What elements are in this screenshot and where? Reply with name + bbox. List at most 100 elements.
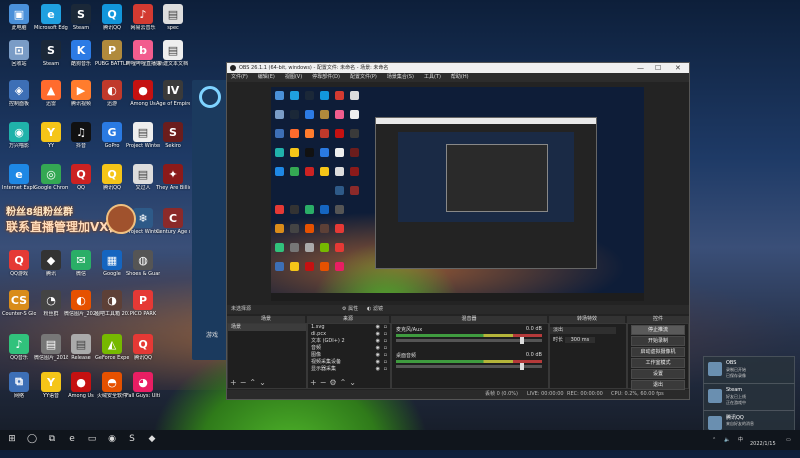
desktop-icon[interactable]: S Steam — [34, 40, 68, 67]
desktop-icon[interactable]: ▤ spec — [156, 4, 190, 31]
move-down-icon[interactable]: ⌄ — [259, 378, 269, 387]
steam-icon[interactable]: S — [126, 434, 138, 446]
start-icon[interactable]: ⊞ — [6, 434, 18, 446]
desktop-icon[interactable]: ▲ 迅雷 — [34, 80, 68, 107]
desktop-icon[interactable]: Q QQ游戏 — [2, 250, 36, 277]
close-button[interactable]: ✕ — [675, 63, 681, 73]
filters-button[interactable]: ◐ 滤镜 — [367, 305, 383, 314]
desktop-icon[interactable]: ◆ 腾讯 — [34, 250, 68, 277]
desktop-icon[interactable]: ▤ 新建文本文档 — [156, 40, 190, 67]
desktop-icon[interactable]: ▤ Project Winter — [126, 122, 160, 149]
visibility-icon[interactable]: ◉ — [376, 359, 380, 366]
source-item[interactable]: 音频 ◉ ▫ — [308, 345, 390, 352]
clock-date[interactable]: 2022/1/15 — [750, 430, 776, 458]
desktop-icon[interactable]: Y YY语音 — [34, 372, 68, 399]
desktop-icon[interactable]: Q 腾讯QQ — [126, 334, 160, 361]
desktop-icon[interactable]: CSCounter-S Global Off... — [2, 290, 36, 317]
desktop-icon[interactable]: ▤ Release — [64, 334, 98, 361]
notification-center-icon[interactable]: ▭ — [786, 430, 791, 450]
obs-icon[interactable]: ◉ — [106, 434, 118, 446]
desktop-icon[interactable]: ◕Fall Guys: Ultimate Knockout — [126, 372, 160, 399]
move-down-icon[interactable]: ⌄ — [349, 378, 359, 387]
remove-scene-button[interactable]: − — [240, 378, 250, 387]
desktop-icon[interactable]: PPUBG BATTLEG... — [95, 40, 129, 67]
menu-help[interactable]: 帮助(H) — [451, 73, 469, 82]
visibility-icon[interactable]: ◉ — [376, 331, 380, 338]
tray-overflow-icon[interactable]: ⌃ — [712, 430, 716, 450]
desktop-icon[interactable]: Q 腾讯QQ — [95, 4, 129, 31]
stop-streaming-button[interactable]: 停止推流 — [631, 325, 685, 335]
desktop-icon[interactable]: ▤微信图片_2018101... — [34, 334, 68, 361]
desktop-icon[interactable]: K 酷狗音乐 — [64, 40, 98, 67]
desktop-icon[interactable]: ◎Google Chrome — [34, 164, 68, 191]
lock-icon[interactable]: ▫ — [384, 324, 387, 331]
desktop-icon[interactable]: Y YY — [34, 122, 68, 149]
visibility-icon[interactable]: ◉ — [376, 352, 380, 359]
desktop-icon[interactable]: ◐ 迅游 — [95, 80, 129, 107]
desktop-icon[interactable]: ◭GeForce Experience — [95, 334, 129, 361]
desktop-icon[interactable]: IVAge of Empires IV — [156, 80, 190, 107]
desktop-icon[interactable]: e Microsoft Edge — [34, 4, 68, 31]
start-recording-button[interactable]: 开始录制 — [631, 336, 685, 346]
notification-card[interactable]: OBS 录制已开始 已保存录像 — [703, 356, 795, 384]
source-item[interactable]: di.pcx ◉ ▫ — [308, 331, 390, 338]
lock-icon[interactable]: ▫ — [384, 345, 387, 352]
desktop-icon[interactable]: ▶ 腾讯视频 — [64, 80, 98, 107]
source-settings-icon[interactable]: ⚙ — [329, 378, 339, 387]
exit-button[interactable]: 退出 — [631, 380, 685, 390]
menu-view[interactable]: 视图(V) — [285, 73, 302, 82]
source-item[interactable]: 文本 (GDI+) 2 ◉ ▫ — [308, 338, 390, 345]
notification-card[interactable]: Steam 好友已上线 正在游戏中 — [703, 383, 795, 411]
desktop-icon[interactable]: ● Among Us — [64, 372, 98, 399]
desktop-icon[interactable]: ▤ 又过人 — [126, 164, 160, 191]
visibility-icon[interactable]: ◉ — [376, 324, 380, 331]
visibility-icon[interactable]: ◉ — [376, 345, 380, 352]
studio-mode-button[interactable]: 工作室模式 — [631, 358, 685, 368]
desktop-icon[interactable]: ▦ Google — [95, 250, 129, 277]
properties-button[interactable]: ⚙ 属性 — [342, 305, 358, 314]
desktop-icon[interactable]: eInternet Explorer — [2, 164, 36, 191]
volume-icon[interactable]: 🔈 — [724, 430, 730, 450]
lock-icon[interactable]: ▫ — [384, 352, 387, 359]
visibility-icon[interactable]: ◉ — [376, 366, 380, 373]
desktop-icon[interactable]: ♪ QQ音乐 — [2, 334, 36, 361]
desktop-icon[interactable]: P PICO PARK — [126, 290, 160, 317]
add-scene-button[interactable]: + — [230, 378, 240, 387]
menu-docks[interactable]: 停靠部件(D) — [312, 73, 340, 82]
lock-icon[interactable]: ▫ — [384, 359, 387, 366]
desktop-icon[interactable]: ⧉ 网络 — [2, 372, 36, 399]
desktop-icon[interactable]: ● Among Us — [126, 80, 160, 107]
desktop-icon[interactable]: S Sekiro — [156, 122, 190, 149]
desktop-icon[interactable]: G GoPro — [95, 122, 129, 149]
obs-preview-canvas[interactable] — [271, 87, 644, 301]
task-view-icon[interactable]: ⧉ — [46, 434, 58, 446]
menu-file[interactable]: 文件(F) — [231, 73, 248, 82]
duration-input[interactable]: 300 ms — [564, 337, 596, 343]
lock-icon[interactable]: ▫ — [384, 366, 387, 373]
obs-window[interactable]: OBS 26.1.1 (64-bit, windows) - 配置文件: 未命名… — [226, 62, 690, 400]
settings-button[interactable]: 设置 — [631, 369, 685, 379]
desktop-icon[interactable]: Q 腾讯QQ — [95, 164, 129, 191]
add-source-button[interactable]: + — [310, 378, 320, 387]
fader-knob[interactable] — [520, 363, 524, 370]
desktop-icon[interactable]: ◉ 万兴喵影 — [2, 122, 36, 149]
menu-edit[interactable]: 编辑(E) — [258, 73, 275, 82]
lock-icon[interactable]: ▫ — [384, 331, 387, 338]
explorer-icon[interactable]: ▭ — [86, 434, 98, 446]
source-item[interactable]: 1.svg ◉ ▫ — [308, 324, 390, 331]
desktop-icon[interactable]: ◈ 控制面板 — [2, 80, 36, 107]
desktop-icon[interactable]: ▣ 此电脑 — [2, 4, 36, 31]
minimize-button[interactable]: — — [637, 63, 644, 73]
remove-source-button[interactable]: − — [320, 378, 330, 387]
desktop-icon[interactable]: b 哔哩哔哩直播姬 — [126, 40, 160, 67]
menu-profile[interactable]: 配置文件(P) — [350, 73, 377, 82]
desktop-icon[interactable]: CCentury Age of Ashes — [156, 208, 190, 235]
desktop-icon[interactable]: Q QQ — [64, 164, 98, 191]
edge-icon[interactable]: e — [66, 434, 78, 446]
fader-knob[interactable] — [520, 337, 524, 344]
transition-select[interactable]: 淡出 — [550, 327, 616, 334]
desktop-icon[interactable]: S Steam — [64, 4, 98, 31]
scene-item[interactable]: 场景 — [228, 324, 306, 331]
start-virtual-camera-button[interactable]: 启动虚拟摄像机 — [631, 347, 685, 357]
move-up-icon[interactable]: ⌃ — [340, 378, 350, 387]
